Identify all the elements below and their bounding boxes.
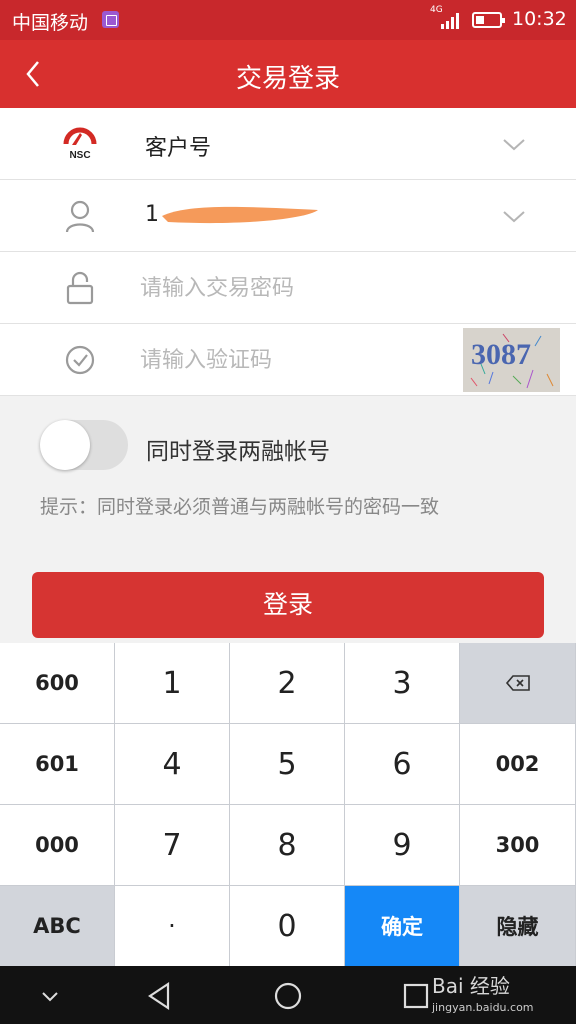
numeric-keyboard: 600 1 2 3 601 4 5 6 002 000 7 8 9 300 AB… [0,643,576,966]
key-300[interactable]: 300 [460,805,575,885]
confirm-key[interactable]: 确定 [345,886,459,966]
margin-toggle[interactable] [40,420,128,470]
key-9[interactable]: 9 [345,805,459,885]
user-icon [58,198,102,234]
captcha-text: 3087 [471,338,531,371]
recents-square-icon[interactable] [400,980,432,1012]
login-button[interactable]: 登录 [32,572,544,638]
back-triangle-icon[interactable] [144,980,176,1012]
chevron-down-icon[interactable] [500,132,528,156]
hide-keyboard-key[interactable]: 隐藏 [460,886,575,966]
key-0[interactable]: 0 [230,886,344,966]
key-600[interactable]: 600 [0,643,114,723]
chevron-down-icon[interactable] [500,204,528,228]
backspace-key[interactable] [460,643,575,723]
signal-icon [441,13,459,29]
key-2[interactable]: 2 [230,643,344,723]
password-row[interactable] [0,252,576,324]
key-abc[interactable]: ABC [0,886,114,966]
redaction-mark [162,206,318,224]
key-6[interactable]: 6 [345,724,459,804]
lock-icon [58,270,102,306]
battery-icon [472,12,505,28]
key-4[interactable]: 4 [115,724,229,804]
watermark-url: jingyan.baidu.com [432,1001,534,1014]
captcha-image[interactable]: 3087 [463,328,560,392]
account-value[interactable]: 1 [145,202,159,227]
margin-switch-label: 同时登录两融帐号 [146,439,330,465]
key-7[interactable]: 7 [115,805,229,885]
key-8[interactable]: 8 [230,805,344,885]
nsc-logo-text: NSC [69,150,90,161]
key-3[interactable]: 3 [345,643,459,723]
carrier-name: 中国移动 [12,12,89,34]
title-bar: 交易登录 [0,40,576,108]
nsc-logo-icon: NSC [58,126,102,162]
key-002[interactable]: 002 [460,724,575,804]
broker-label: 客户号 [145,136,212,161]
broker-row[interactable]: NSC 客户号 [0,108,576,180]
key-dot[interactable]: · [115,886,229,966]
password-input[interactable] [140,266,450,310]
toggle-knob [40,420,90,470]
hint-text: 提示：同时登录必须普通与两融帐号的密码一致 [40,496,440,518]
login-form: NSC 客户号 1 请输入验证码 3087 [0,108,576,396]
image-notification-icon [102,11,119,28]
check-circle-icon [58,342,102,378]
key-601[interactable]: 601 [0,724,114,804]
baidu-watermark: Bai 经验 jingyan.baidu.com [432,970,534,1014]
key-000[interactable]: 000 [0,805,114,885]
margin-switch-row: 同时登录两融帐号 [40,420,540,470]
backspace-icon [505,675,530,691]
key-1[interactable]: 1 [115,643,229,723]
chevron-down-icon[interactable] [34,980,66,1012]
page-title: 交易登录 [235,64,340,94]
key-5[interactable]: 5 [230,724,344,804]
captcha-input[interactable] [140,338,440,382]
clock: 10:32 [512,8,567,30]
captcha-row[interactable]: 3087 [0,324,576,396]
watermark-brand: Bai 经验 [432,974,510,998]
home-circle-icon[interactable] [272,980,304,1012]
status-bar: 中国移动 4G 10:32 [0,0,576,40]
